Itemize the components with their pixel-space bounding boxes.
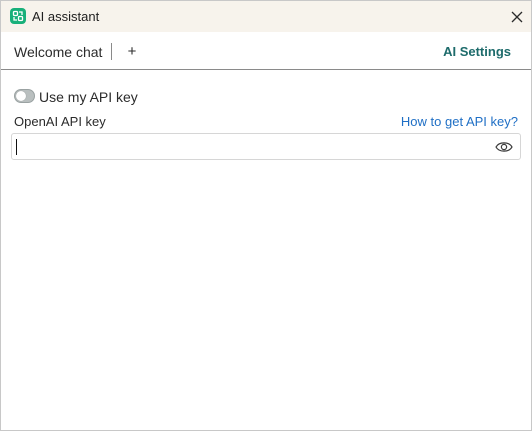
tab-welcome-chat[interactable]: Welcome chat: [14, 44, 102, 60]
title-bar: AI assistant: [1, 1, 531, 32]
show-key-button[interactable]: [493, 138, 515, 156]
tab-ai-settings[interactable]: AI Settings: [443, 44, 511, 60]
api-key-input[interactable]: [15, 136, 485, 157]
api-key-field[interactable]: [11, 133, 521, 160]
add-tab-button[interactable]: +: [125, 43, 139, 61]
toggle-knob: [16, 91, 26, 101]
ai-assistant-window: AI assistant Welcome chat + AI Settings …: [0, 0, 532, 431]
eye-icon: [495, 142, 513, 152]
tab-bar: Welcome chat + AI Settings: [1, 32, 531, 70]
text-caret: [16, 139, 17, 155]
use-api-key-label: Use my API key: [39, 89, 138, 105]
close-icon: [511, 11, 523, 23]
window-title: AI assistant: [32, 9, 100, 24]
close-button[interactable]: [507, 7, 527, 27]
app-logo-icon: [10, 8, 26, 24]
tab-separator: [111, 43, 112, 60]
get-api-key-link[interactable]: How to get API key?: [401, 114, 518, 130]
use-api-key-toggle[interactable]: [14, 89, 35, 103]
api-key-field-label: OpenAI API key: [14, 114, 106, 129]
